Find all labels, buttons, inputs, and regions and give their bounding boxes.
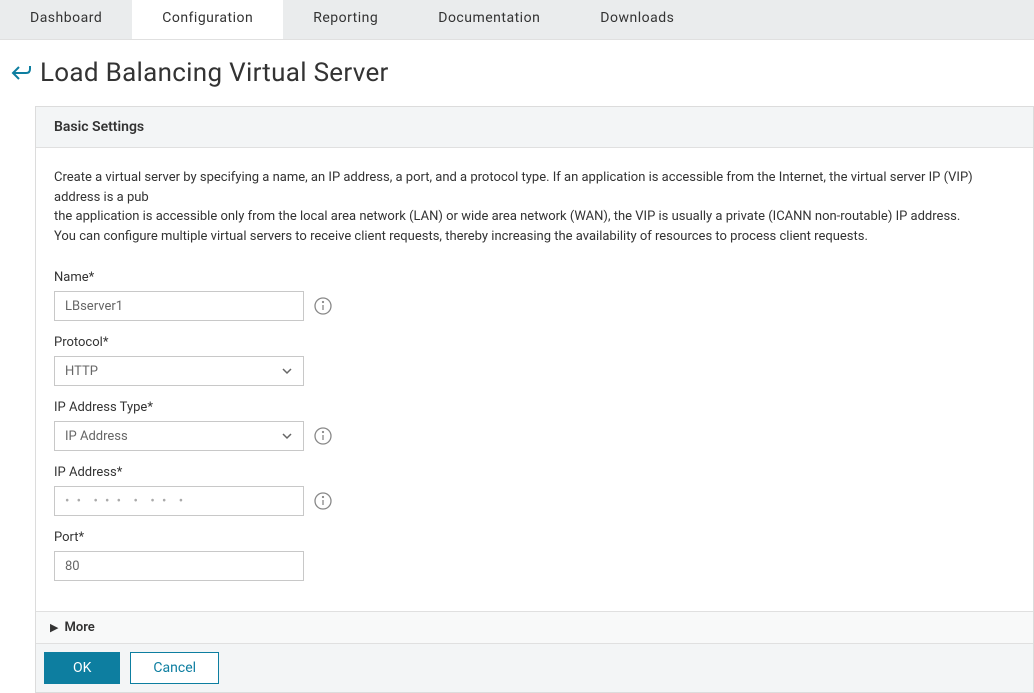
tab-configuration[interactable]: Configuration — [132, 0, 283, 39]
tab-dashboard[interactable]: Dashboard — [0, 0, 132, 39]
tab-documentation[interactable]: Documentation — [408, 0, 570, 39]
description-line1: Create a virtual server by specifying a … — [54, 168, 1015, 207]
section-header: Basic Settings — [36, 107, 1033, 148]
name-label: Name* — [54, 270, 1015, 285]
description-line3: You can configure multiple virtual serve… — [54, 227, 1015, 247]
protocol-label: Protocol* — [54, 335, 1015, 350]
ip-type-value: IP Address — [65, 429, 128, 444]
caret-right-icon: ▶ — [50, 621, 58, 634]
button-bar: OK Cancel — [36, 643, 1033, 692]
info-icon[interactable] — [314, 427, 332, 445]
protocol-select[interactable]: HTTP — [54, 356, 304, 386]
ip-type-label: IP Address Type* — [54, 400, 1015, 415]
port-label: Port* — [54, 530, 1015, 545]
protocol-value: HTTP — [65, 364, 98, 379]
tab-reporting[interactable]: Reporting — [283, 0, 408, 39]
info-icon[interactable] — [314, 297, 332, 315]
back-arrow-icon[interactable] — [10, 64, 32, 82]
info-icon[interactable] — [314, 492, 332, 510]
name-input[interactable] — [54, 291, 304, 321]
ok-button[interactable]: OK — [44, 652, 120, 684]
section-body: Create a virtual server by specifying a … — [36, 148, 1033, 611]
form-group-protocol: Protocol* HTTP — [54, 335, 1015, 386]
form-group-name: Name* — [54, 270, 1015, 321]
tab-downloads[interactable]: Downloads — [570, 0, 704, 39]
cancel-button[interactable]: Cancel — [130, 652, 219, 684]
chevron-down-icon — [281, 364, 293, 379]
form-group-ip-address: IP Address* — [54, 465, 1015, 516]
description-line2: the application is accessible only from … — [54, 207, 1015, 227]
more-toggle[interactable]: ▶ More — [36, 611, 1033, 643]
chevron-down-icon — [281, 429, 293, 444]
port-input[interactable] — [54, 551, 304, 581]
section-description: Create a virtual server by specifying a … — [54, 168, 1015, 246]
ip-type-select[interactable]: IP Address — [54, 421, 304, 451]
basic-settings-panel: Basic Settings Create a virtual server b… — [35, 106, 1034, 693]
form-group-port: Port* — [54, 530, 1015, 581]
more-label: More — [64, 620, 94, 635]
ip-address-label: IP Address* — [54, 465, 1015, 480]
page-header: Load Balancing Virtual Server — [0, 40, 1034, 106]
page-title: Load Balancing Virtual Server — [40, 58, 389, 88]
form-group-ip-type: IP Address Type* IP Address — [54, 400, 1015, 451]
tab-bar: Dashboard Configuration Reporting Docume… — [0, 0, 1034, 40]
ip-address-input[interactable] — [54, 486, 304, 516]
